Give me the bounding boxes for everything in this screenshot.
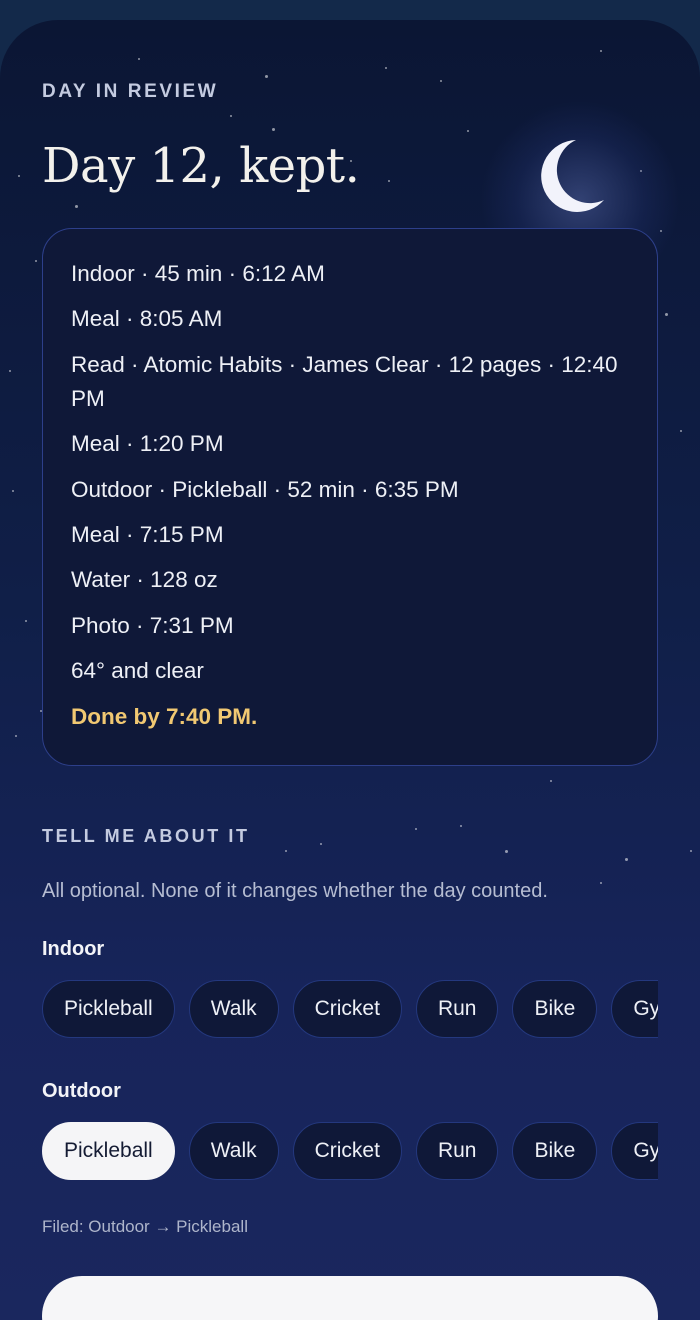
page-title: Day 12, kept. xyxy=(42,138,360,194)
star-dot xyxy=(385,67,387,69)
done-status: Done by 7:40 PM. xyxy=(71,703,258,729)
chip-indoor-run[interactable]: Run xyxy=(415,980,499,1038)
star-dot xyxy=(600,882,602,884)
review-sheet: DAY IN REVIEW Day 12, kept. Indoor · 45 … xyxy=(0,20,700,1320)
star-dot xyxy=(680,430,682,432)
star-dot xyxy=(138,58,140,60)
eyebrow-label: DAY IN REVIEW xyxy=(42,81,219,102)
chip-outdoor-bike[interactable]: Bike xyxy=(512,1122,598,1180)
chip-indoor-bike[interactable]: Bike xyxy=(512,980,598,1038)
star-dot xyxy=(388,180,390,182)
chip-row-outdoor[interactable]: Pickleball Walk Cricket Run Bike Gym xyxy=(42,1122,658,1184)
star-dot xyxy=(625,858,628,861)
chip-outdoor-gym[interactable]: Gym xyxy=(611,1122,658,1180)
group-label-outdoor: Outdoor xyxy=(42,1080,121,1102)
log-line: Indoor · 45 min · 6:12 AM xyxy=(71,261,325,286)
chip-outdoor-pickleball[interactable]: Pickleball xyxy=(42,1122,175,1180)
log-line: Water · 128 oz xyxy=(71,567,218,593)
star-dot xyxy=(467,130,469,132)
chip-row-indoor[interactable]: Pickleball Walk Cricket Run Bike Gym xyxy=(42,980,658,1042)
star-dot xyxy=(12,490,14,492)
chip-indoor-pickleball[interactable]: Pickleball xyxy=(42,980,175,1038)
group-label-indoor: Indoor xyxy=(42,938,105,960)
star-dot xyxy=(285,850,287,852)
filed-status: Filed: Outdoor → Pickleball xyxy=(42,1217,248,1236)
log-line: Meal · 7:15 PM xyxy=(71,521,224,547)
star-dot xyxy=(35,260,37,262)
star-dot xyxy=(15,735,17,737)
helper-text: All optional. None of it changes whether… xyxy=(42,880,548,902)
star-dot xyxy=(550,780,552,782)
star-dot xyxy=(25,620,27,622)
star-dot xyxy=(505,850,508,853)
moon-icon xyxy=(541,140,604,212)
chip-indoor-walk[interactable]: Walk xyxy=(188,980,279,1038)
chip-indoor-cricket[interactable]: Cricket xyxy=(292,980,402,1038)
day-log-card: Indoor · 45 min · 6:12 AM Meal · 8:05 AM… xyxy=(42,228,658,766)
star-dot xyxy=(230,115,232,117)
star-dot xyxy=(690,850,692,852)
star-dot xyxy=(75,205,78,208)
star-dot xyxy=(272,128,275,131)
star-dot xyxy=(18,175,20,177)
log-line: Meal · 1:20 PM xyxy=(71,431,224,457)
star-dot xyxy=(415,828,417,830)
star-dot xyxy=(460,825,462,827)
chip-outdoor-cricket[interactable]: Cricket xyxy=(292,1122,402,1180)
chip-indoor-gym[interactable]: Gym xyxy=(611,980,658,1038)
star-dot xyxy=(440,80,442,82)
log-line: Outdoor · Pickleball · 52 min · 6:35 PM xyxy=(71,476,459,502)
log-line: Meal · 8:05 AM xyxy=(71,306,223,332)
log-line: 64° and clear xyxy=(71,658,204,684)
star-dot xyxy=(665,313,668,316)
star-dot xyxy=(320,843,322,845)
log-line: Photo · 7:31 PM xyxy=(71,612,234,638)
section-label: TELL ME ABOUT IT xyxy=(42,826,250,846)
star-dot xyxy=(600,50,602,52)
star-dot xyxy=(9,370,11,372)
bottom-action-button[interactable] xyxy=(42,1276,658,1320)
chip-outdoor-walk[interactable]: Walk xyxy=(188,1122,279,1180)
star-dot xyxy=(265,75,268,78)
chip-outdoor-run[interactable]: Run xyxy=(415,1122,499,1180)
log-line: Read · Atomic Habits · James Clear · 12 … xyxy=(71,351,618,411)
